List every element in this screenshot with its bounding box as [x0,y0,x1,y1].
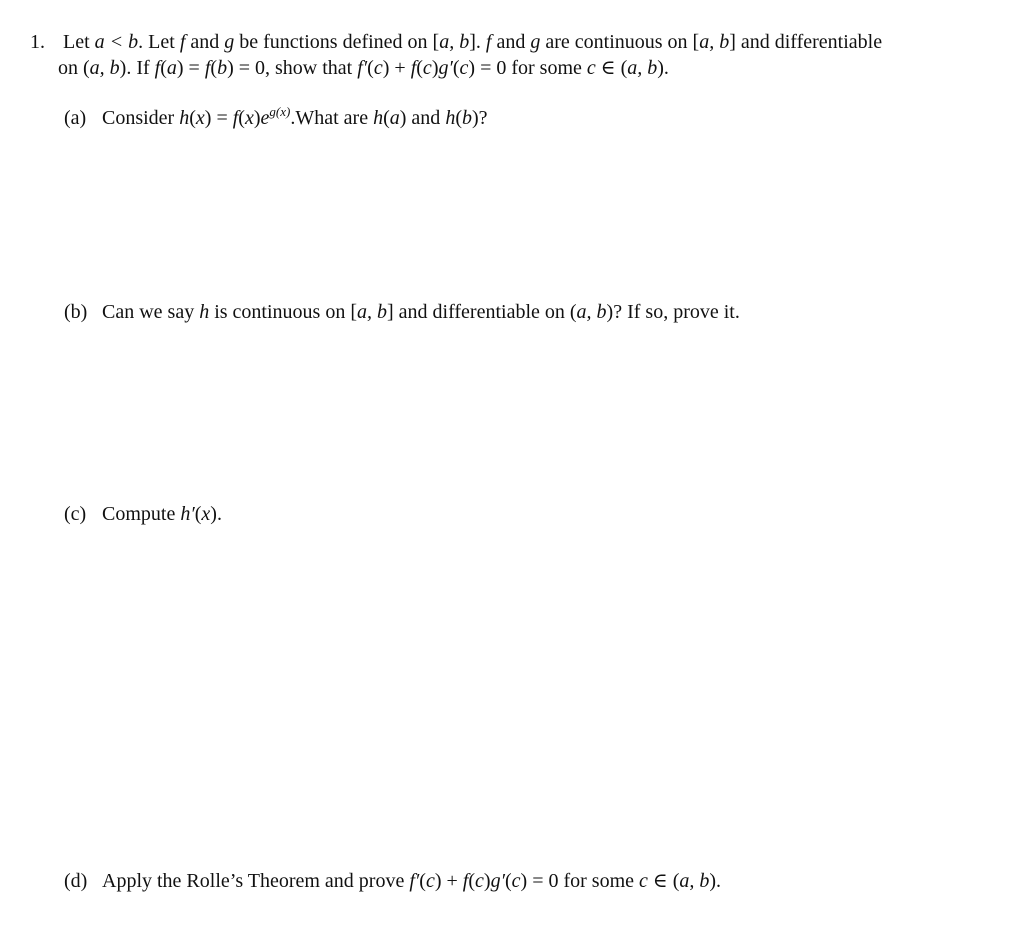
problem-number: 1. [30,31,45,53]
text: on ( [58,57,90,79]
math: f′ [409,870,420,892]
math: a, b [89,57,120,79]
text: Apply the Rolle’s Theorem and prove [102,870,410,892]
text: ( [416,57,423,79]
text: is continuous on [ [209,301,357,323]
math: x [195,107,205,129]
math: h [179,107,190,129]
math: c [422,57,432,79]
math: f′ [357,57,368,79]
text: .What are [290,107,374,129]
text: ( [383,107,390,129]
text: ). [210,503,222,525]
text: Compute [102,503,181,525]
math: c [586,57,596,79]
text: and [185,31,225,53]
math: h [373,107,384,129]
exponent: g(x) [269,104,291,119]
math: b [217,57,228,79]
problem-statement-line-2: on (a, b). If f(a) = f(b) = 0, show that… [58,56,669,80]
part-d: (d) Apply the Rolle’s Theorem and prove f… [64,869,721,893]
text: . Let [138,31,180,53]
text: ) + [434,870,463,892]
text: ) and [399,107,446,129]
answer-space-c [64,532,964,852]
text: ( [419,870,426,892]
part-c: (c) Compute h′(x). [64,502,222,526]
text: ). [657,57,669,79]
text: are continuous on [ [540,31,700,53]
text: ] and differentiable on ( [386,301,577,323]
math: g [224,31,235,53]
problem-statement-line-1: 1. Let a < b. Let f and g be functions d… [30,30,882,54]
math: a [166,57,177,79]
answer-space-b [64,330,964,490]
text: ). If [119,57,155,79]
part-b-label: (b) [64,301,88,323]
math: g′ [490,870,505,892]
text: be functions defined on [ [234,31,440,53]
text: and [491,31,531,53]
text: ] and differentiable [729,31,883,53]
text: ( [367,57,374,79]
math: x [244,107,254,129]
text: ∈ ( [595,57,628,79]
math: a, b [699,31,730,53]
part-b: (b) Can we say h is continuous on [a, b] … [64,300,740,324]
text: ∈ ( [647,870,680,892]
text: ) [483,870,491,892]
math: a [389,107,400,129]
math: a, b [356,301,387,323]
text: ) + [382,57,411,79]
math: a, b [439,31,470,53]
math: c [373,57,383,79]
text: )? If so, prove it. [606,301,740,323]
math: c [475,870,484,892]
math: b [461,107,472,129]
math: a < b [94,31,139,53]
part-a: (a) Consider h(x) = f(x)eg(x).What are h(… [64,100,488,130]
text: Let [63,31,95,53]
text: ). [709,870,722,892]
text: ( [160,57,167,79]
text: Consider [102,107,180,129]
text: ( [238,107,245,129]
text: )? [471,107,488,129]
text: ) [253,107,261,129]
part-c-label: (c) [64,503,87,525]
text: ) = 0 for some [468,57,587,79]
answer-space-a [64,130,964,290]
math: g [530,31,541,53]
part-d-label: (d) [64,870,88,892]
math: a, b [576,301,607,323]
text: ( [504,870,512,892]
text: ( [455,107,462,129]
text: ( [189,107,196,129]
text: Can we say [102,301,200,323]
math: h′ [180,503,195,525]
text: ( [452,57,460,79]
math: h [199,301,210,323]
math: a, b [679,870,710,892]
text: ) = [176,57,205,79]
math: c [425,870,435,892]
text: ) = [204,107,233,129]
part-a-label: (a) [64,107,87,129]
text: ]. [469,31,486,53]
math: x [201,503,211,525]
math: g′ [438,57,453,79]
text: ) = 0 for some [520,870,640,892]
math: a, b [627,57,658,79]
text: ) = 0, show that [227,57,358,79]
math: c [511,870,521,892]
math: h [445,107,456,129]
math: c [639,870,648,892]
